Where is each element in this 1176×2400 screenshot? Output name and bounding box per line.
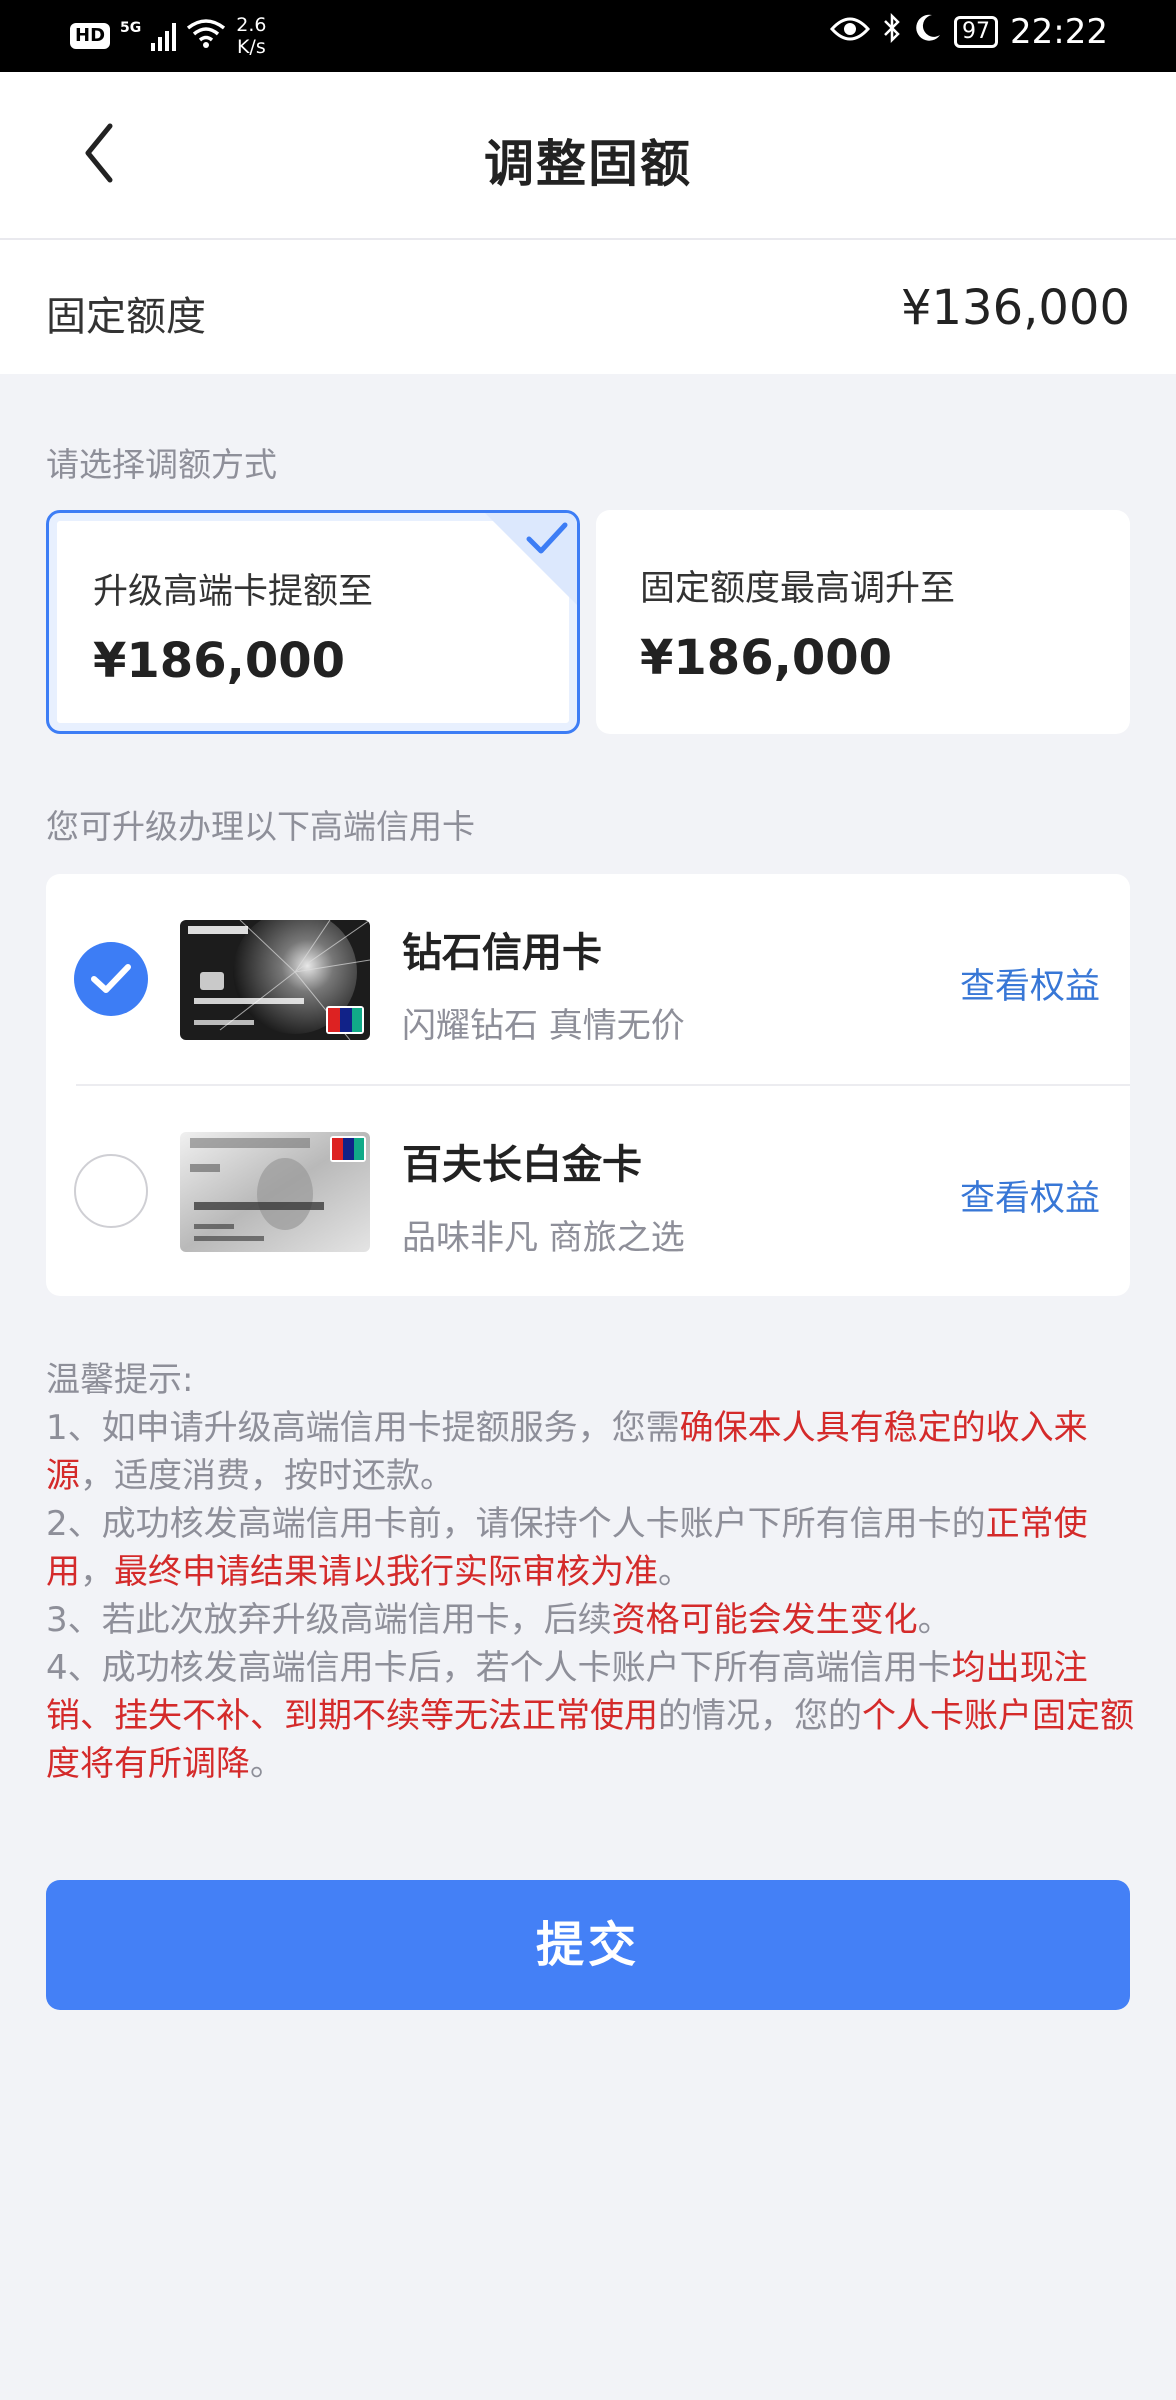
diamond-card-image	[180, 920, 370, 1040]
signal-icon	[151, 21, 177, 51]
choose-method-label: 请选择调额方式	[46, 445, 277, 484]
moon-icon	[914, 13, 942, 51]
wifi-icon	[186, 18, 226, 54]
hd-indicator: HD	[70, 23, 111, 49]
network-speed: 2.6 K/s	[236, 14, 266, 58]
tip-text: 4、成功核发高端信用卡后，若个人卡账户下所有高端信用卡	[46, 1648, 952, 1688]
radio-selected[interactable]	[74, 942, 148, 1016]
eye-icon	[829, 13, 871, 51]
tip-text: 1、如申请升级高端信用卡提额服务，您需	[46, 1408, 680, 1448]
status-bar: HD 5G 2.6 K/s 97 22:22	[0, 0, 1176, 72]
quota-value: ¥136,000	[900, 280, 1130, 336]
radio-unselected[interactable]	[74, 1154, 148, 1228]
tip-item-1: 1、如申请升级高端信用卡提额服务，您需确保本人具有稳定的收入来源，适度消费，按时…	[46, 1404, 1136, 1500]
tip-item-3: 3、若此次放弃升级高端信用卡，后续资格可能会发生变化。	[46, 1596, 1136, 1644]
page-title: 调整固额	[484, 135, 692, 193]
quota-label: 固定额度	[46, 294, 206, 340]
check-icon	[526, 522, 568, 554]
bluetooth-icon	[882, 12, 902, 52]
status-time: 22:22	[1010, 12, 1108, 52]
tip-text: 。	[250, 1744, 284, 1784]
tip-text: 。	[917, 1600, 952, 1640]
submit-button[interactable]: 提交	[46, 1880, 1130, 2010]
option-title: 固定额度最高调升至	[640, 569, 956, 609]
available-cards-label: 您可升级办理以下高端信用卡	[46, 807, 475, 846]
option-title: 升级高端卡提额至	[93, 572, 374, 612]
view-benefits-link[interactable]: 查看权益	[960, 1170, 1100, 1221]
centurion-card-image	[180, 1132, 370, 1252]
tip-text: 的情况，您的	[658, 1696, 862, 1736]
network-type: 5G	[120, 20, 142, 36]
tips-section: 温馨提示: 1、如申请升级高端信用卡提额服务，您需确保本人具有稳定的收入来源，适…	[46, 1356, 1136, 1788]
nav-header: 调整固额	[0, 72, 1176, 240]
card-list: 钻石信用卡 闪耀钻石 真情无价 查看权益 百夫长白金卡 品味非凡 商旅之选 查看…	[46, 874, 1130, 1296]
tip-text: 2、成功核发高端信用卡前，请保持个人卡账户下所有信用卡的	[46, 1504, 986, 1544]
card-item-diamond[interactable]: 钻石信用卡 闪耀钻石 真情无价 查看权益	[46, 874, 1130, 1084]
check-icon	[91, 964, 131, 993]
tip-text: 3、若此次放弃升级高端信用卡，后续	[46, 1600, 612, 1640]
tip-text: ，适度消费，按时还款。	[80, 1456, 454, 1496]
speed-value: 2.6	[236, 14, 267, 36]
tip-item-4: 4、成功核发高端信用卡后，若个人卡账户下所有高端信用卡均出现注销、挂失不补、到期…	[46, 1644, 1136, 1788]
tip-item-2: 2、成功核发高端信用卡前，请保持个人卡账户下所有信用卡的正常使用，最终申请结果请…	[46, 1500, 1136, 1596]
option-fixed-quota[interactable]: 固定额度最高调升至 ¥186,000	[596, 510, 1130, 734]
fixed-quota-row: 固定额度 ¥136,000	[0, 240, 1176, 374]
card-name: 百夫长白金卡	[402, 1142, 642, 1188]
tips-heading: 温馨提示:	[46, 1360, 194, 1400]
tip-highlight: 资格可能会发生变化	[611, 1600, 918, 1640]
card-item-centurion[interactable]: 百夫长白金卡 品味非凡 商旅之选 查看权益	[46, 1086, 1130, 1296]
tip-highlight: 最终申请结果请以我行实际审核为准	[114, 1552, 658, 1592]
view-benefits-link[interactable]: 查看权益	[960, 958, 1100, 1009]
option-value: ¥186,000	[93, 633, 346, 689]
tip-text: ，	[80, 1552, 114, 1592]
option-value: ¥186,000	[640, 630, 893, 686]
speed-unit: K/s	[236, 36, 266, 58]
tip-text: 。	[658, 1552, 692, 1592]
card-name: 钻石信用卡	[402, 930, 602, 976]
option-upgrade-card[interactable]: 升级高端卡提额至 ¥186,000	[46, 510, 580, 734]
card-description: 品味非凡 商旅之选	[402, 1218, 685, 1258]
card-description: 闪耀钻石 真情无价	[402, 1006, 685, 1046]
battery-indicator: 97	[954, 16, 999, 48]
